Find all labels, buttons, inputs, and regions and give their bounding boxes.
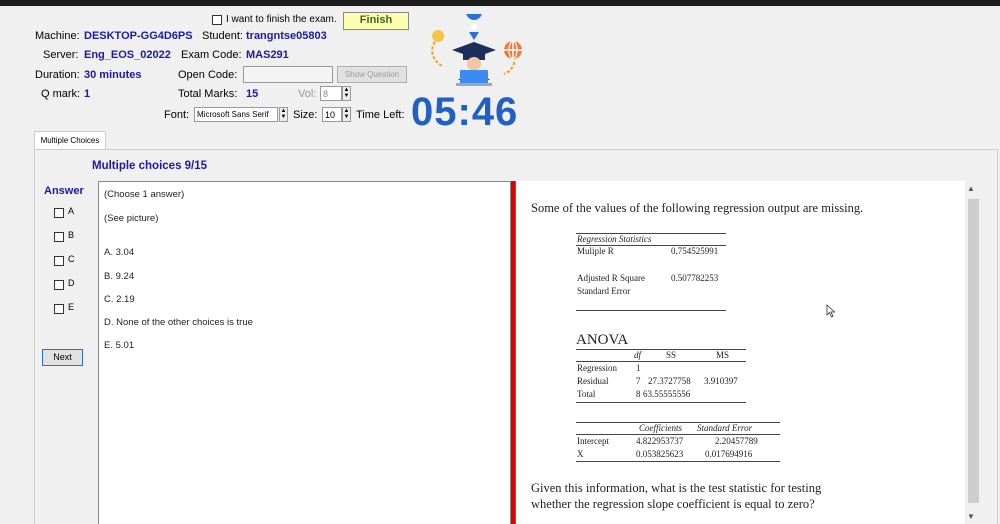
choice-b-text: B. 9.24 <box>104 271 135 282</box>
coef-row-se: 2.20457789 <box>715 436 758 446</box>
anova-bottom-rule <box>576 402 746 403</box>
open-code-input[interactable] <box>243 66 333 83</box>
answer-checkbox-e[interactable] <box>54 304 64 314</box>
picture-intro: Some of the values of the following regr… <box>531 201 864 215</box>
answer-option-e: E <box>68 302 75 312</box>
multiple-r-value: 0.754525991 <box>671 246 719 256</box>
vol-label: Vol: <box>298 88 317 100</box>
font-spinner[interactable]: ▲ ▼ <box>279 107 288 122</box>
answer-option-a: A <box>68 206 75 216</box>
anova-row-label: Residual <box>577 376 609 386</box>
next-button[interactable]: Next <box>42 349 83 366</box>
anova-row-ss: 27.3727758 <box>648 376 691 386</box>
anova-row-label: Total <box>577 389 596 399</box>
size-spinner[interactable]: ▲ ▼ <box>342 107 351 122</box>
coef-header-std-error: Standard Error <box>697 423 753 433</box>
regstats-bottom-rule <box>576 310 726 311</box>
student-label: Student: <box>202 30 243 42</box>
total-marks-value: 15 <box>246 88 259 100</box>
anova-row-label: Regression <box>577 363 617 373</box>
answer-option-d: D <box>68 278 75 288</box>
mouse-cursor-icon <box>826 304 836 323</box>
coef-bottom-rule <box>576 461 780 462</box>
choice-a-text: A. 3.04 <box>104 247 135 258</box>
show-question-button[interactable]: Show Question <box>337 66 407 83</box>
anova-row-df: 7 <box>636 376 641 386</box>
choose-instruction: (Choose 1 answer) <box>104 189 185 200</box>
qmark-value: 1 <box>84 88 91 100</box>
anova-row-df: 1 <box>636 363 641 373</box>
size-label: Size: <box>293 109 318 121</box>
regstats-title: Regression Statistics <box>577 234 652 244</box>
exam-code-value: MAS291 <box>246 49 289 61</box>
question-heading: Multiple choices 9/15 <box>92 160 208 172</box>
size-input[interactable]: 10 <box>322 107 342 122</box>
picture-question-line2: whether the regression slope coefficient… <box>531 497 815 511</box>
scroll-down-icon[interactable]: ▼ <box>967 512 975 521</box>
coef-row-value: 4.822953737 <box>636 436 684 446</box>
std-error-label: Standard Error <box>577 286 631 296</box>
anova-row-df: 8 <box>636 389 641 399</box>
answer-checkbox-d[interactable] <box>54 280 64 290</box>
coef-row-label: X <box>577 449 584 459</box>
qmark-label: Q mark: <box>41 88 81 100</box>
choices-textbox[interactable]: (Choose 1 answer) (See picture) A. 3.04 … <box>98 181 511 524</box>
font-input[interactable]: Microsoft Sans Serif <box>194 107 278 122</box>
picture-question-line1: Given this information, what is the test… <box>531 481 822 495</box>
finish-checkbox[interactable] <box>212 15 222 25</box>
answer-checkbox-a[interactable] <box>54 208 64 218</box>
finish-button[interactable]: Finish <box>343 12 409 30</box>
exam-code-label: Exam Code: <box>181 49 242 61</box>
anova-mid-rule <box>576 361 746 362</box>
coef-row-se: 0.017694916 <box>705 449 753 459</box>
adj-r2-value: 0.507782253 <box>671 273 719 283</box>
machine-value: DESKTOP-GG4D6PS <box>84 30 193 42</box>
total-marks-label: Total Marks: <box>178 88 238 100</box>
server-label: Server: <box>43 49 79 61</box>
countdown-timer: 05:46 <box>411 90 519 134</box>
vol-spinner[interactable]: ▲ ▼ <box>342 86 351 101</box>
duration-value: 30 minutes <box>84 69 142 81</box>
answer-option-b: B <box>68 230 75 240</box>
anova-row-ms: 3.910397 <box>704 376 738 386</box>
font-label: Font: <box>164 109 190 121</box>
coef-row-label: Intercept <box>577 436 609 446</box>
graduate-illustration <box>418 6 536 88</box>
anova-header-ms: MS <box>716 350 730 360</box>
coef-header-coefficients: Coefficients <box>639 423 682 433</box>
duration-label: Duration: <box>35 69 80 81</box>
open-code-label: Open Code: <box>178 69 238 81</box>
coef-mid-rule <box>576 434 780 435</box>
answer-label: Answer <box>44 185 84 197</box>
anova-title: ANOVA <box>576 332 629 348</box>
tab-multiple-choices[interactable]: Multiple Choices <box>34 131 106 151</box>
anova-row-ss: 63.55555556 <box>643 389 691 399</box>
vol-input[interactable]: 8 <box>320 86 342 101</box>
scroll-up-icon[interactable]: ▲ <box>967 184 975 193</box>
multiple-r-label: Muliple R <box>577 246 614 256</box>
answer-checkbox-c[interactable] <box>54 256 64 266</box>
choice-d-text: D. None of the other choices is true <box>104 317 253 328</box>
server-value: Eng_EOS_02022 <box>84 49 171 61</box>
choice-c-text: C. 2.19 <box>104 294 135 305</box>
anova-header-df: df <box>634 350 642 360</box>
adj-r2-label: Adjusted R Square <box>577 273 645 283</box>
anova-header-ss: SS <box>666 350 677 360</box>
finish-checkbox-label: I want to finish the exam. <box>226 14 337 25</box>
answer-checkbox-b[interactable] <box>54 232 64 242</box>
student-value: trangntse05803 <box>246 30 327 42</box>
exam-window: I want to finish the exam. Finish Machin… <box>0 6 1000 524</box>
choice-e-text: E. 5.01 <box>104 340 135 351</box>
time-left-label: Time Left: <box>356 109 405 121</box>
answer-option-c: C <box>68 254 75 264</box>
see-picture-note: (See picture) <box>104 213 159 224</box>
scrollbar-thumb[interactable] <box>968 199 979 503</box>
question-picture: Some of the values of the following regr… <box>515 181 966 524</box>
machine-label: Machine: <box>35 30 80 42</box>
coef-row-value: 0.053825623 <box>636 449 684 459</box>
